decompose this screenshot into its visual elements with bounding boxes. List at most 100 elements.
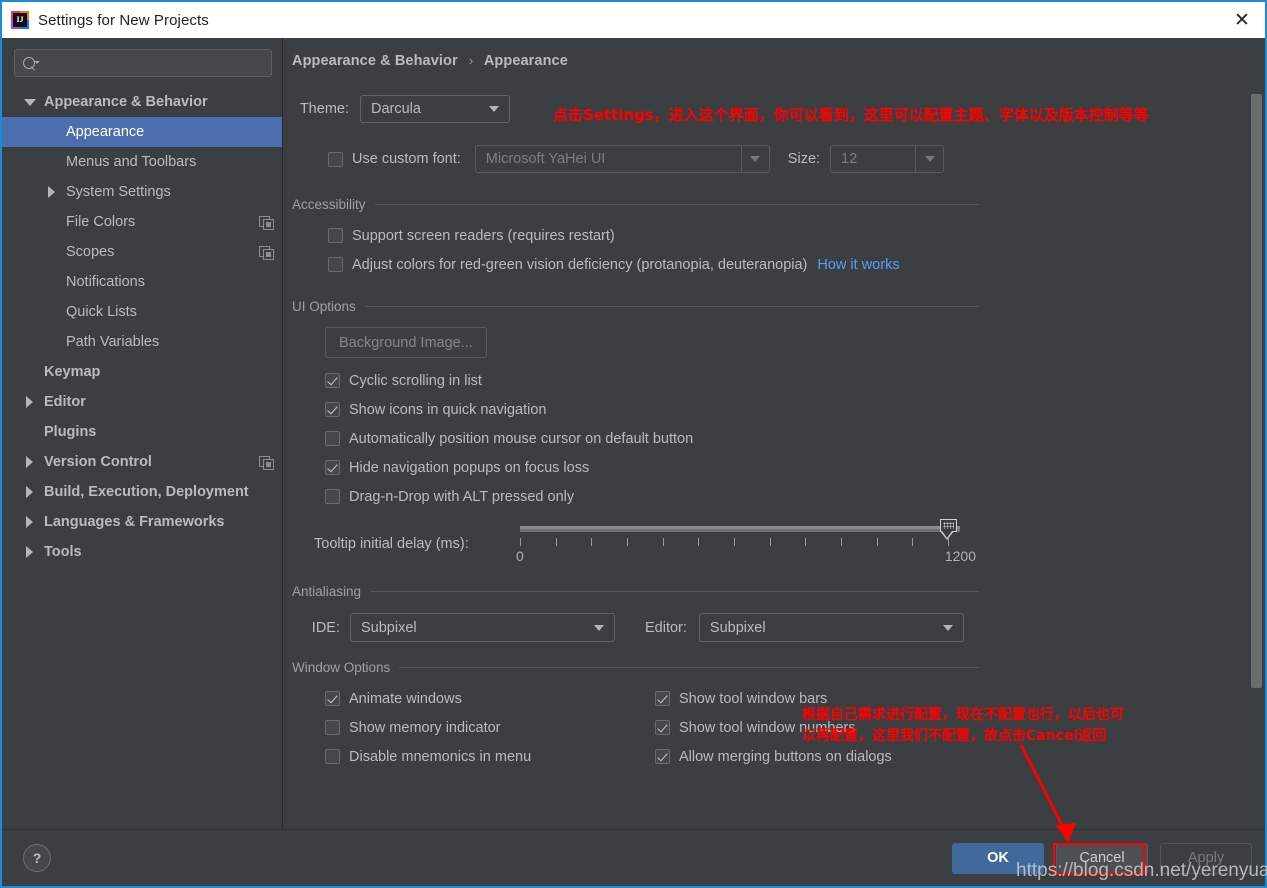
breadcrumb-root[interactable]: Appearance & Behavior	[292, 53, 458, 69]
option-row[interactable]: Animate windows	[325, 684, 655, 713]
window-title: Settings for New Projects	[38, 11, 209, 29]
support-screen-readers-checkbox[interactable]	[328, 228, 343, 243]
sidebar-item-keymap[interactable]: Keymap	[2, 357, 282, 387]
window-options-group-header: Window Options	[292, 660, 979, 675]
editor-antialiasing-select[interactable]: Subpixel	[698, 613, 964, 642]
slider-thumb[interactable]	[940, 519, 957, 540]
option-row[interactable]: Drag-n-Drop with ALT pressed only	[325, 482, 1265, 511]
option-row[interactable]: Hide navigation popups on focus loss	[325, 453, 1265, 482]
custom-font-row: Use custom font: Microsoft YaHei UI Size…	[292, 145, 1265, 173]
slider-track[interactable]	[520, 526, 960, 532]
ui-option-drag-n-drop-with-alt-pressed-only-checkbox[interactable]	[325, 489, 340, 504]
ui-option-hide-navigation-popups-on-focus-loss-checkbox[interactable]	[325, 460, 340, 475]
search-input[interactable]	[41, 49, 271, 77]
accessibility-options: Support screen readers (requires restart…	[328, 221, 1265, 279]
option-row[interactable]: Show icons in quick navigation	[325, 395, 1265, 424]
ide-antialiasing-select[interactable]: Subpixel	[350, 613, 615, 642]
custom-font-select[interactable]: Microsoft YaHei UI	[474, 145, 770, 173]
close-icon[interactable]: ✕	[1219, 2, 1265, 38]
chevron-right-icon[interactable]	[23, 545, 37, 559]
content-scrollbar[interactable]	[1251, 94, 1262, 688]
background-image-button[interactable]: Background Image...	[325, 327, 487, 358]
slider-min-label: 0	[516, 548, 524, 564]
option-row[interactable]: Disable mnemonics in menu	[325, 742, 655, 771]
slider-tick	[876, 538, 878, 546]
annotation-bottom-note-line1: 根据自己需求进行配置，现在不配置也行，以后也可	[802, 707, 1124, 723]
chevron-down-icon	[750, 156, 761, 162]
sidebar-item-notifications[interactable]: Notifications	[2, 267, 282, 297]
sidebar-item-scopes[interactable]: Scopes	[2, 237, 282, 267]
chevron-right-icon[interactable]	[23, 455, 37, 469]
ui-options-title: UI Options	[292, 299, 356, 314]
option-row[interactable]: Show memory indicator	[325, 713, 655, 742]
sidebar-item-plugins[interactable]: Plugins	[2, 417, 282, 447]
theme-select[interactable]: Darcula	[360, 95, 510, 123]
sidebar-item-languages-frameworks[interactable]: Languages & Frameworks	[2, 507, 282, 537]
sidebar-item-build-execution-deployment[interactable]: Build, Execution, Deployment	[2, 477, 282, 507]
window-option-animate-windows-checkbox[interactable]	[325, 691, 340, 706]
divider	[399, 667, 979, 668]
sidebar-item-editor[interactable]: Editor	[2, 387, 282, 417]
help-button[interactable]: ?	[23, 844, 51, 872]
sidebar-item-version-control[interactable]: Version Control	[2, 447, 282, 477]
window-option-show-tool-window-numbers-checkbox[interactable]	[655, 720, 670, 735]
option-label: Allow merging buttons on dialogs	[679, 748, 892, 765]
option-row[interactable]: Cyclic scrolling in list	[325, 366, 1265, 395]
use-custom-font-label: Use custom font:	[352, 151, 461, 167]
tooltip-delay-slider[interactable]: 0 1200	[516, 516, 976, 568]
font-size-label: Size:	[787, 151, 821, 167]
option-label: Drag-n-Drop with ALT pressed only	[349, 488, 575, 505]
chevron-right-icon[interactable]	[45, 185, 59, 199]
sidebar-item-menus-and-toolbars[interactable]: Menus and Toolbars	[2, 147, 282, 177]
sidebar-item-system-settings[interactable]: System Settings	[2, 177, 282, 207]
option-row[interactable]: Support screen readers (requires restart…	[328, 221, 1265, 250]
use-custom-font-checkbox[interactable]	[328, 151, 343, 167]
antialiasing-row: IDE: Subpixel Editor: Subpixel	[292, 613, 1265, 642]
chevron-right-icon[interactable]	[23, 395, 37, 409]
copy-icon[interactable]	[259, 245, 274, 260]
option-label: Disable mnemonics in menu	[349, 748, 532, 765]
sidebar-item-tools[interactable]: Tools	[2, 537, 282, 567]
how-it-works-link[interactable]: How it works	[817, 257, 899, 273]
ui-option-show-icons-in-quick-navigation-checkbox[interactable]	[325, 402, 340, 417]
copy-icon[interactable]	[259, 455, 274, 470]
adjust-colors-checkbox[interactable]	[328, 257, 343, 272]
tooltip-delay-row: Tooltip initial delay (ms): 0 1200	[314, 516, 976, 568]
sidebar-item-label: Appearance & Behavior	[44, 94, 208, 110]
breadcrumb-separator-icon: ›	[468, 53, 474, 68]
option-label: Automatically position mouse cursor on d…	[349, 430, 694, 447]
ui-option-automatically-position-mouse-cursor-on-default-button-checkbox[interactable]	[325, 431, 340, 446]
title-bar: IJ Settings for New Projects ✕	[2, 2, 1265, 38]
window-option-disable-mnemonics-in-menu-checkbox[interactable]	[325, 749, 340, 764]
sidebar-item-label: Notifications	[66, 274, 145, 290]
window-option-show-memory-indicator-checkbox[interactable]	[325, 720, 340, 735]
copy-icon[interactable]	[259, 215, 274, 230]
chevron-down-icon[interactable]	[23, 95, 37, 109]
window-option-show-tool-window-bars-checkbox[interactable]	[655, 691, 670, 706]
slider-tick	[948, 538, 949, 546]
slider-tick	[912, 538, 914, 546]
window-option-allow-merging-buttons-on-dialogs-checkbox[interactable]	[655, 749, 670, 764]
chevron-right-icon[interactable]	[23, 515, 37, 529]
chevron-right-icon[interactable]	[23, 485, 37, 499]
ide-antialiasing-label: IDE:	[311, 619, 340, 636]
slider-tick	[662, 538, 664, 546]
sidebar-item-path-variables[interactable]: Path Variables	[2, 327, 282, 357]
sidebar-item-quick-lists[interactable]: Quick Lists	[2, 297, 282, 327]
sidebar-item-label: Menus and Toolbars	[66, 154, 197, 170]
sidebar-item-appearance-behavior[interactable]: Appearance & Behavior	[2, 87, 282, 117]
font-size-select[interactable]: 12	[830, 145, 945, 173]
search-box[interactable]	[14, 49, 272, 77]
sidebar-item-label: Plugins	[44, 424, 97, 440]
chevron-down-icon	[942, 624, 953, 631]
slider-tick	[805, 538, 807, 546]
option-row[interactable]: Automatically position mouse cursor on d…	[325, 424, 1265, 453]
option-row[interactable]: Adjust colors for red-green vision defic…	[328, 250, 1265, 279]
ui-options-group-header: UI Options	[292, 299, 979, 314]
sidebar-item-appearance[interactable]: Appearance	[2, 117, 282, 147]
ui-option-cyclic-scrolling-in-list-checkbox[interactable]	[325, 373, 340, 388]
sidebar-item-file-colors[interactable]: File Colors	[2, 207, 282, 237]
